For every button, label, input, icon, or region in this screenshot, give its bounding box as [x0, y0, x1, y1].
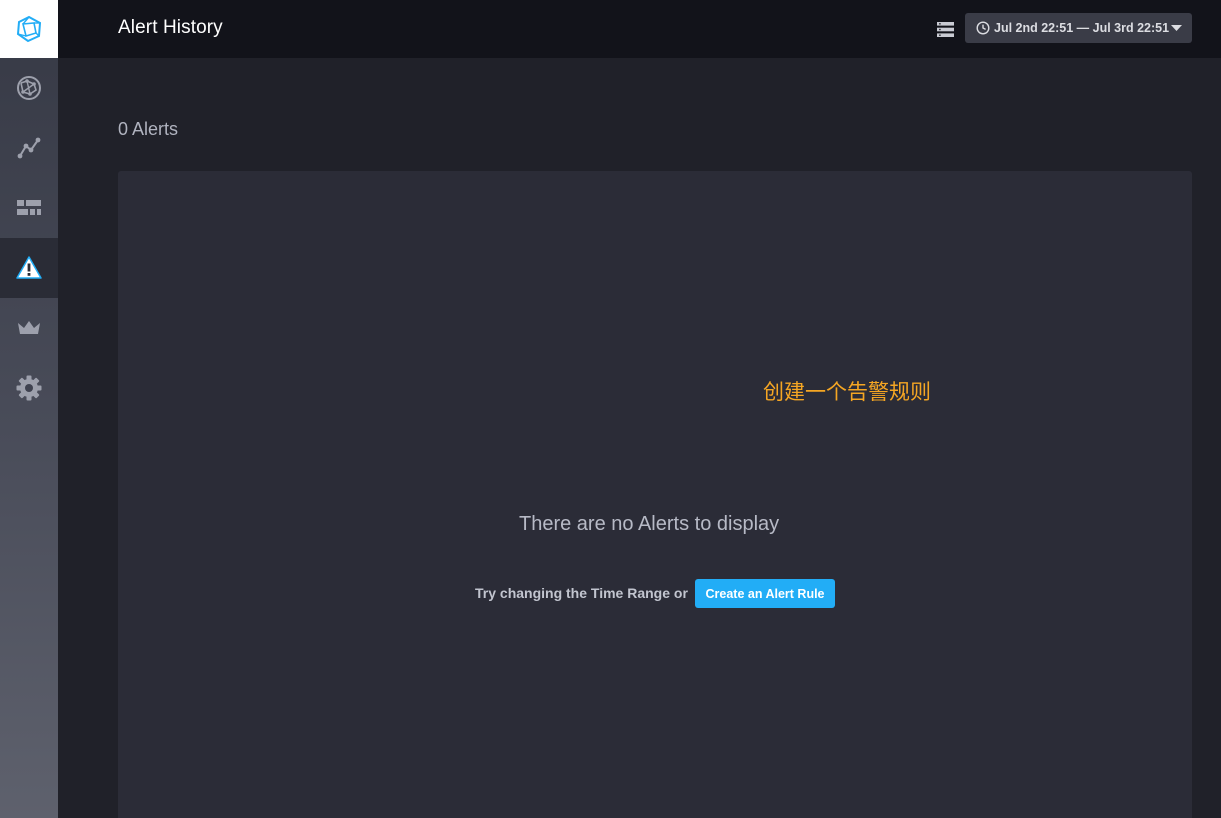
list-icon [937, 22, 954, 37]
alerts-panel [118, 171, 1192, 818]
annotation-text: 创建一个告警规则 [763, 376, 931, 406]
toggle-list-button[interactable] [934, 18, 956, 40]
gear-icon [15, 374, 43, 402]
sidebar [0, 0, 58, 818]
empty-state-hint: Try changing the Time Range or [475, 585, 688, 601]
graph-line-icon [16, 135, 42, 161]
sidebar-item-admin[interactable] [0, 298, 58, 358]
time-range-dropdown[interactable]: Jul 2nd 22:51 — Jul 3rd 22:51 [965, 13, 1192, 43]
chevron-down-icon [1171, 24, 1182, 32]
alert-triangle-icon [15, 255, 43, 281]
alerts-count: 0 Alerts [118, 119, 178, 140]
clock-icon [976, 21, 990, 35]
logo[interactable] [0, 0, 58, 58]
page-header: Alert History Jul 2nd 22:51 — Jul 3rd 22… [58, 0, 1221, 58]
create-alert-rule-button[interactable]: Create an Alert Rule [695, 579, 835, 608]
globe-network-icon [16, 75, 42, 101]
sidebar-item-data-explorer[interactable] [0, 118, 58, 178]
chronograf-logo-icon [15, 15, 43, 43]
page-title: Alert History [118, 17, 223, 39]
crown-icon [16, 317, 42, 339]
app-root: Alert History Jul 2nd 22:51 — Jul 3rd 22… [0, 0, 1221, 818]
empty-state-message: There are no Alerts to display [519, 513, 799, 536]
sidebar-item-dashboards[interactable] [0, 178, 58, 238]
sidebar-item-configuration[interactable] [0, 358, 58, 418]
dashboard-grid-icon [16, 198, 42, 218]
time-range-label: Jul 2nd 22:51 — Jul 3rd 22:51 [994, 21, 1169, 35]
sidebar-item-alerting[interactable] [0, 238, 58, 298]
sidebar-item-host-explorer[interactable] [0, 58, 58, 118]
